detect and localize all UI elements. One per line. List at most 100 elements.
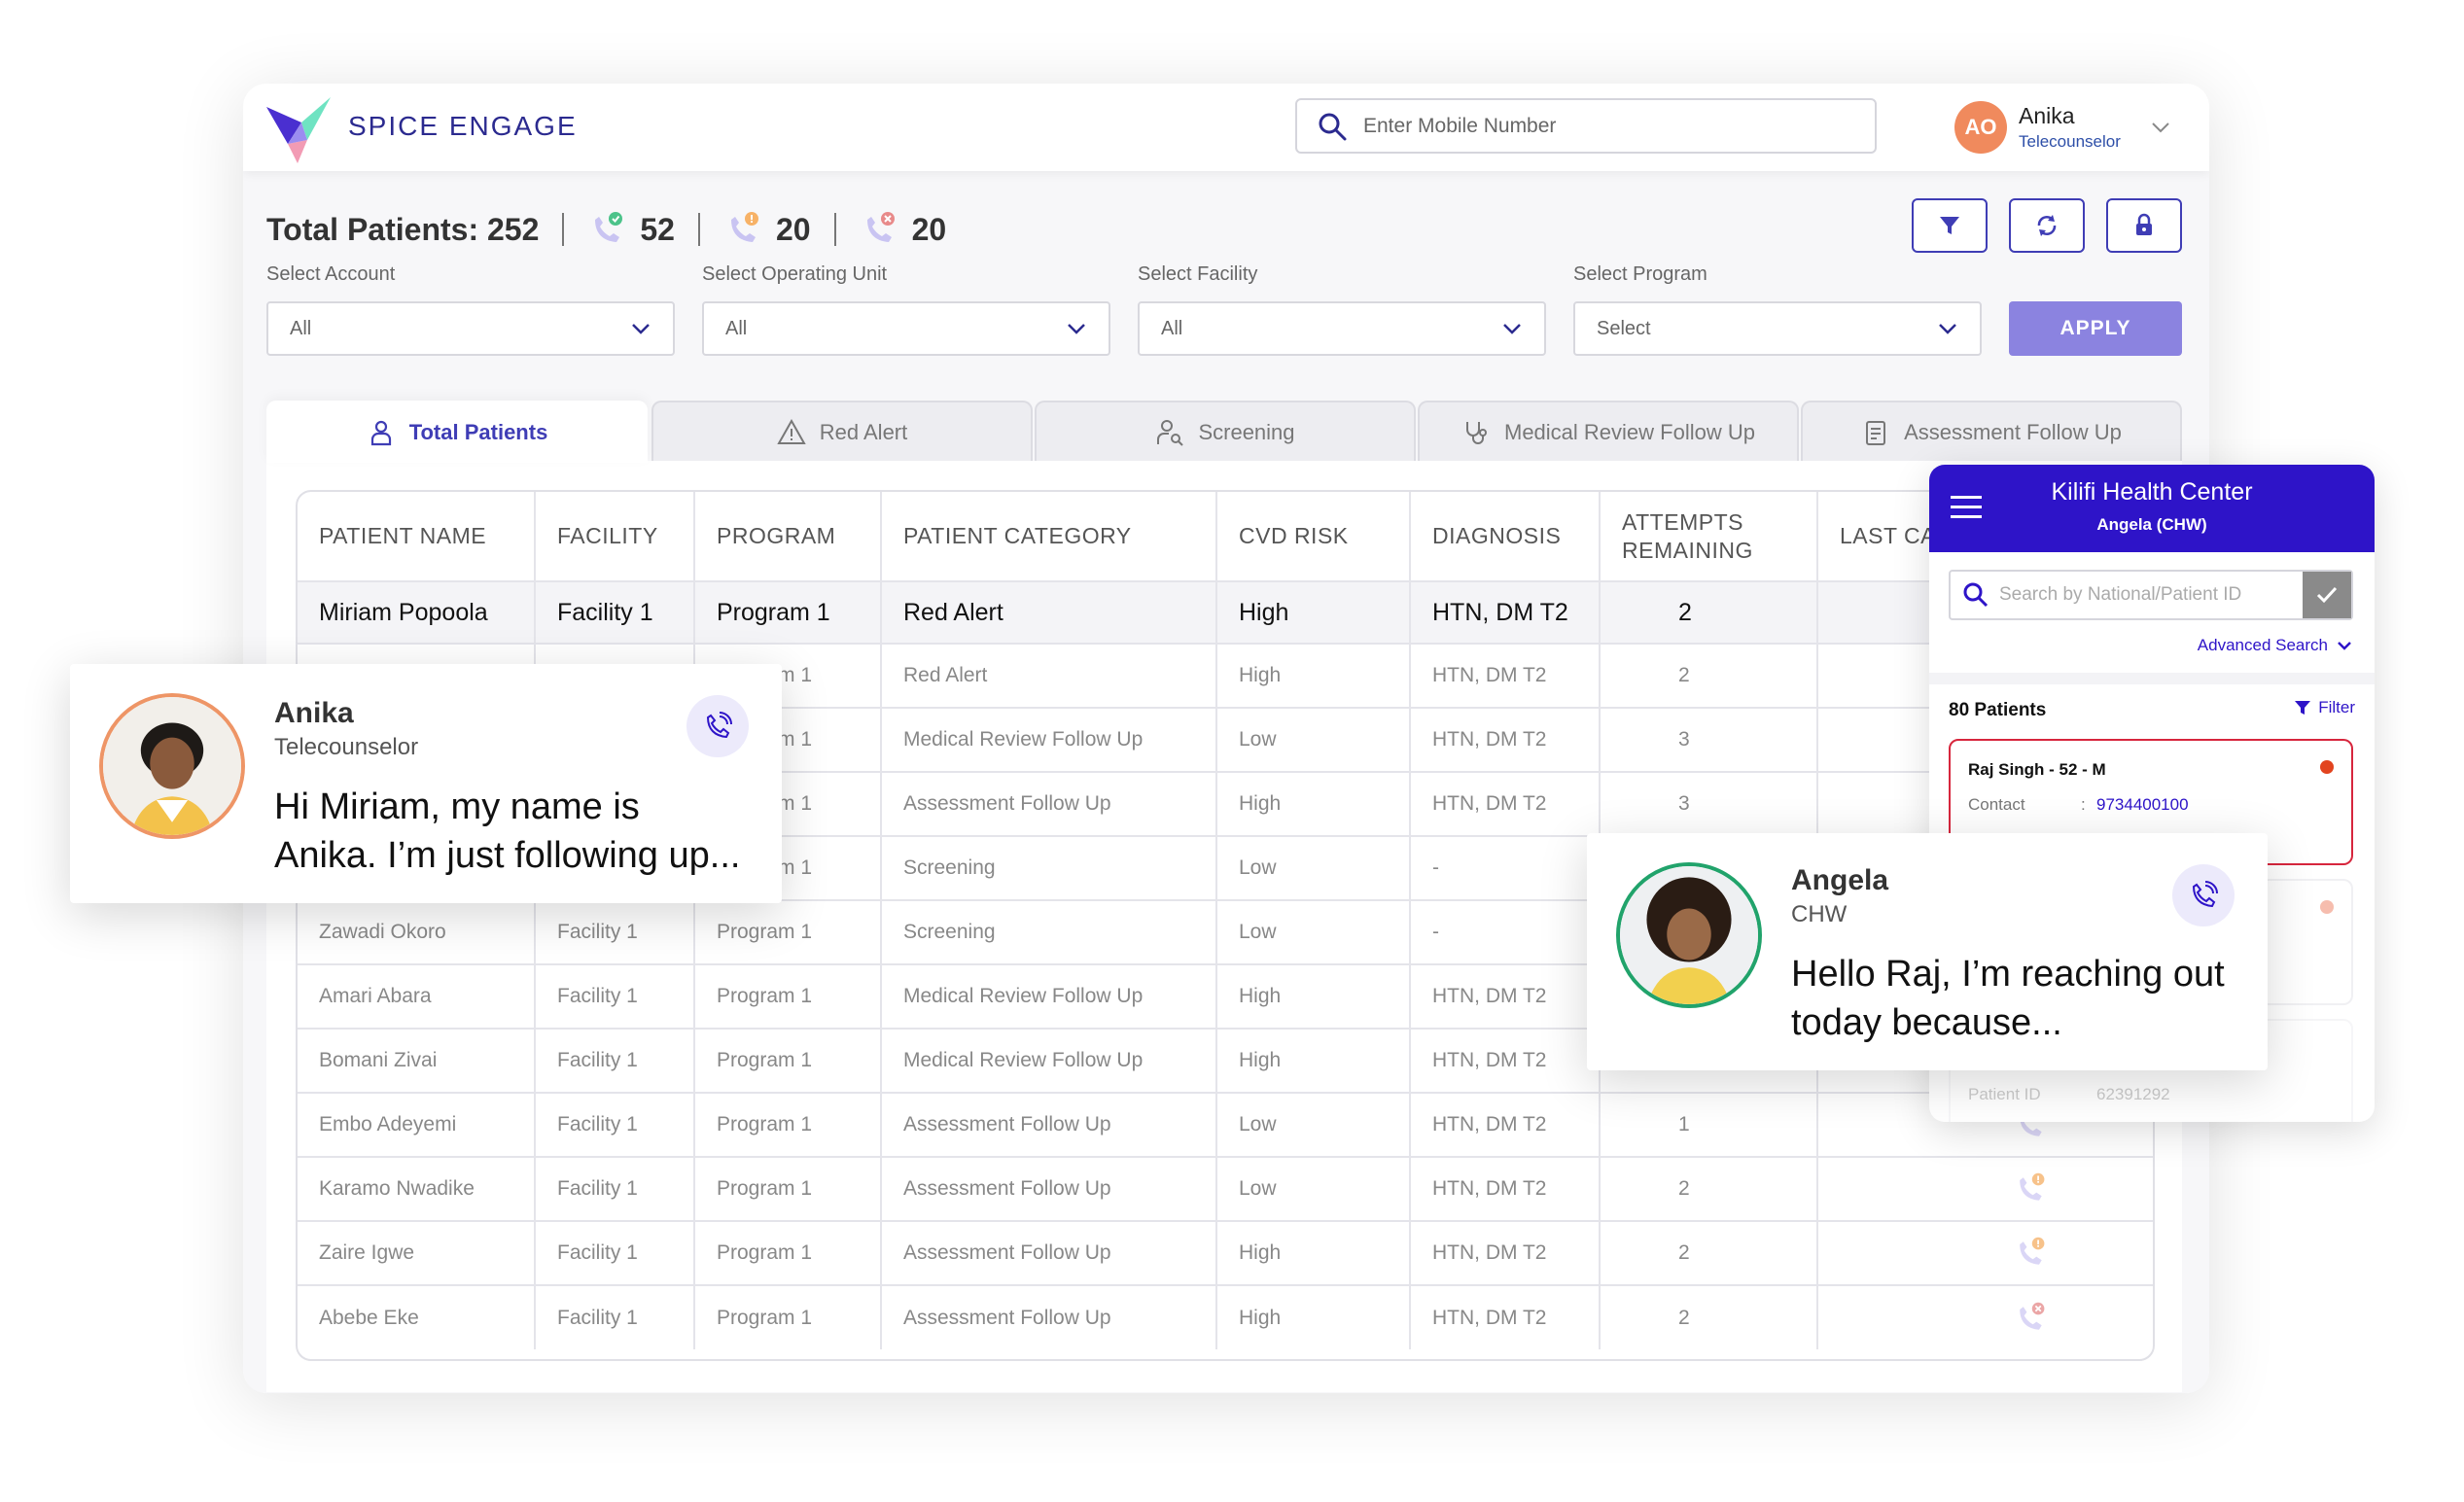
filter-label: Select Account xyxy=(266,263,396,285)
apply-button[interactable]: APPLY xyxy=(2009,301,2182,356)
search-submit-button[interactable] xyxy=(2303,572,2351,618)
cell: HTN, DM T2 xyxy=(1410,1028,1601,1093)
cell: Medical Review Follow Up xyxy=(881,1028,1217,1093)
failed-calls-stat: 20 xyxy=(860,210,946,249)
cell: Facility 1 xyxy=(535,1156,695,1221)
tab-medical-review[interactable]: Medical Review Follow Up xyxy=(1418,401,1799,463)
person-avatar-icon xyxy=(1620,866,1758,1004)
cell: Program 1 xyxy=(694,1220,882,1285)
caller-role: Telecounselor xyxy=(274,734,419,760)
cell: HTN, DM T2 xyxy=(1410,580,1601,644)
operating-unit-select[interactable]: All xyxy=(702,301,1110,356)
cell: HTN, DM T2 xyxy=(1410,963,1601,1029)
tab-total-patients[interactable]: Total Patients xyxy=(266,401,648,463)
cell: Embo Adeyemi xyxy=(298,1092,536,1157)
cell: Miriam Popoola xyxy=(298,580,536,644)
cell: High xyxy=(1216,963,1411,1029)
phone-check-icon xyxy=(595,212,623,242)
tab-screening[interactable]: Screening xyxy=(1035,401,1416,463)
mobile-number-input[interactable] xyxy=(1363,114,1830,138)
filter-row: Select Account All Select Operating Unit… xyxy=(266,263,2009,356)
anika-chat-card: Anika Telecounselor Hi Miriam, my name i… xyxy=(70,664,782,903)
lock-button[interactable] xyxy=(2106,198,2182,253)
cell: 3 xyxy=(1600,707,1818,772)
program-select[interactable]: Select xyxy=(1573,301,1982,356)
col-category[interactable]: PATIENT CATEGORY xyxy=(881,492,1217,581)
user-role: Telecounselor xyxy=(2019,132,2121,151)
cell: Assessment Follow Up xyxy=(881,1092,1217,1157)
cell: High xyxy=(1216,1284,1411,1349)
cell: Program 1 xyxy=(694,1284,882,1349)
cell: High xyxy=(1216,771,1411,836)
cell: HTN, DM T2 xyxy=(1410,771,1601,836)
user-name: Anika xyxy=(2019,103,2075,128)
brand-word-2: ENGAGE xyxy=(448,111,578,141)
cell: 2 xyxy=(1600,643,1818,708)
table-header: PATIENT NAME FACILITY PROGRAM PATIENT CA… xyxy=(298,492,2153,581)
patient-id-input[interactable] xyxy=(1999,584,2291,606)
table-row-selected[interactable]: Miriam Popoola Facility 1 Program 1 Red … xyxy=(298,580,2153,644)
call-button[interactable] xyxy=(2172,864,2235,926)
stethoscope-icon xyxy=(1466,422,1487,444)
facility-select[interactable]: All xyxy=(1138,301,1546,356)
last-call-status xyxy=(1817,1156,2153,1221)
cell: - xyxy=(1410,835,1601,900)
cell: Program 1 xyxy=(694,963,882,1029)
col-cvd-risk[interactable]: CVD RISK xyxy=(1216,492,1411,581)
cell: 1 xyxy=(1600,1092,1818,1157)
cell: Program 1 xyxy=(694,899,882,964)
cell: Facility 1 xyxy=(535,963,695,1029)
table-row[interactable]: Zaire Igwe Facility 1 Program 1 Assessment … xyxy=(298,1220,2153,1285)
cell: High xyxy=(1216,1028,1411,1093)
last-call-status xyxy=(1817,1220,2153,1285)
tab-red-alert[interactable]: Red Alert xyxy=(651,401,1033,463)
cell: Red Alert xyxy=(881,643,1217,708)
cell: Facility 1 xyxy=(535,1284,695,1349)
category-tabs: Total Patients Red Alert Screening Medic… xyxy=(266,401,2182,463)
cell: Assessment Follow Up xyxy=(881,1220,1217,1285)
chevron-down-icon xyxy=(1068,324,1085,334)
mobile-filter-button[interactable]: Filter xyxy=(2293,698,2355,717)
call-button[interactable] xyxy=(686,695,749,757)
brand-word-1: SPICE xyxy=(348,111,440,141)
table-row[interactable]: Embo Adeyemi Facility 1 Program 1 Assessmen… xyxy=(298,1092,2153,1157)
cell: High xyxy=(1216,580,1411,644)
table-row[interactable]: Karamo Nwadike Facility 1 Program 1 Assessm… xyxy=(298,1156,2153,1221)
filter-button[interactable] xyxy=(1912,198,1988,253)
cell: Karamo Nwadike xyxy=(298,1156,536,1221)
person-search-icon xyxy=(1157,420,1184,446)
advanced-search-link[interactable]: Advanced Search xyxy=(2198,636,2353,655)
phone-call-icon xyxy=(706,712,732,739)
cell: 3 xyxy=(1600,771,1818,836)
cell: Bomani Zivai xyxy=(298,1028,536,1093)
chevron-down-icon[interactable] xyxy=(2150,117,2171,138)
caller-name: Anika xyxy=(274,697,354,729)
connected-count: 52 xyxy=(640,211,675,247)
angela-portrait xyxy=(1616,862,1762,1008)
cell: Zaire Igwe xyxy=(298,1220,536,1285)
patient-search-box[interactable] xyxy=(1949,570,2353,620)
patient-card-name: Raj Singh - 52 - M xyxy=(1968,760,2106,779)
cell: HTN, DM T2 xyxy=(1410,707,1601,772)
col-patient-name[interactable]: PATIENT NAME xyxy=(298,492,536,581)
table-row[interactable]: Abebe Eke Facility 1 Program 1 Assessment F… xyxy=(298,1284,2153,1349)
filter-icon xyxy=(1940,217,1959,234)
patient-count: 80 Patients xyxy=(1949,700,2047,720)
col-program[interactable]: PROGRAM xyxy=(694,492,882,581)
phone-call-icon xyxy=(2192,881,2218,908)
tab-assessment[interactable]: Assessment Follow Up xyxy=(1801,401,2182,463)
refresh-button[interactable] xyxy=(2009,198,2085,253)
select-value: All xyxy=(290,317,312,339)
phone-pending-icon xyxy=(730,212,758,242)
col-facility[interactable]: FACILITY xyxy=(535,492,695,581)
col-diagnosis[interactable]: DIAGNOSIS xyxy=(1410,492,1601,581)
cell: Assessment Follow Up xyxy=(881,1284,1217,1349)
cell: HTN, DM T2 xyxy=(1410,1284,1601,1349)
operating-unit-filter: Select Operating Unit All xyxy=(702,263,1110,356)
cell: Assessment Follow Up xyxy=(881,771,1217,836)
cell: HTN, DM T2 xyxy=(1410,643,1601,708)
user-menu[interactable]: AO Anika Telecounselor xyxy=(1954,101,2171,154)
account-select[interactable]: All xyxy=(266,301,675,356)
mobile-search-box[interactable] xyxy=(1295,98,1877,154)
col-attempts[interactable]: ATTEMPTS REMAINING xyxy=(1600,492,1818,581)
